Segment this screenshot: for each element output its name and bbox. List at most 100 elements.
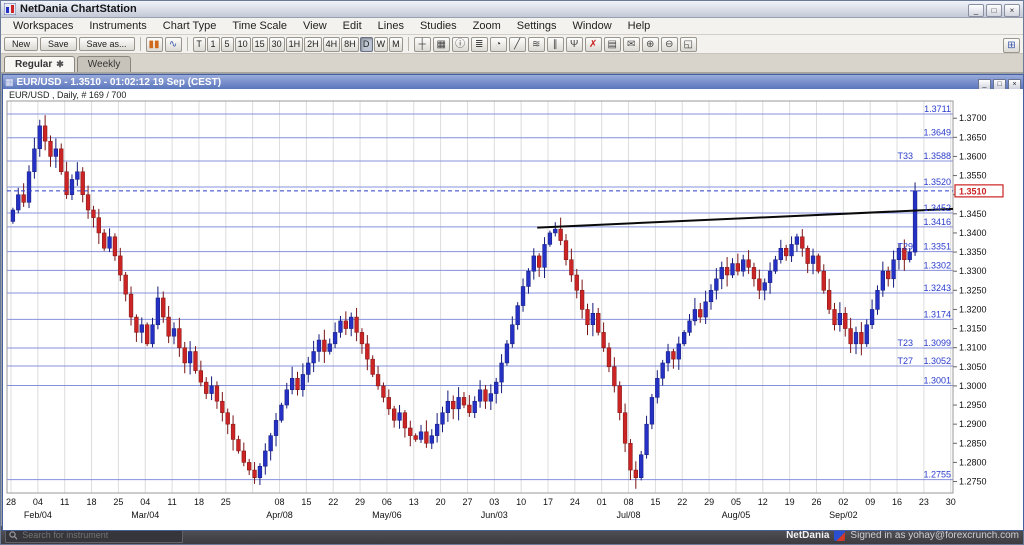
timeframe-2h-button[interactable]: 2H — [304, 36, 322, 52]
candle — [891, 250, 896, 288]
candle — [236, 435, 241, 454]
candle — [225, 408, 230, 435]
price-axis[interactable]: 1.37001.36501.36001.35501.35001.34501.34… — [953, 113, 987, 487]
chart-area[interactable]: EUR/USD , Daily, # 169 / 700 1.3711 1.364… — [3, 89, 1023, 530]
svg-text:1.3200: 1.3200 — [959, 304, 987, 314]
candle — [26, 165, 32, 209]
tab-regular[interactable]: Regular ✱ — [4, 56, 75, 72]
menu-time-scale[interactable]: Time Scale — [224, 19, 295, 33]
tab-weekly[interactable]: Weekly — [76, 56, 132, 72]
svg-text:1.3052: 1.3052 — [923, 356, 951, 366]
zoom-in-icon[interactable]: ⊕ — [641, 36, 659, 52]
menu-workspaces[interactable]: Workspaces — [5, 19, 81, 33]
new-button[interactable]: New — [4, 37, 39, 51]
toolbar-separator — [139, 37, 141, 51]
plot-border — [6, 100, 954, 494]
save-button[interactable]: Save — [40, 37, 77, 51]
svg-text:29: 29 — [704, 497, 714, 507]
pitchfork-tool-icon[interactable]: Ψ — [565, 36, 583, 52]
time-axis[interactable]: 28 04 11 18 25 04 11 18 25 08 15 22 29 06 13 20 27 03 10 17… — [6, 497, 956, 520]
email-chart-icon[interactable]: ✉ — [622, 36, 640, 52]
workspace-layout-icon[interactable]: ⊞ — [1003, 38, 1020, 53]
svg-text:1.2755: 1.2755 — [923, 470, 951, 480]
candle — [150, 317, 155, 348]
timeframe-10-button[interactable]: 10 — [234, 36, 251, 52]
svg-text:Jul/08: Jul/08 — [617, 510, 641, 520]
svg-text:May/06: May/06 — [372, 510, 402, 520]
timeframe-w-button[interactable]: W — [373, 36, 389, 52]
grid-toggle-icon[interactable]: ▦ — [432, 36, 450, 52]
timeframe-m-button[interactable]: M — [389, 36, 403, 52]
candle — [370, 355, 375, 378]
chart-window-titlebar[interactable]: ▦ EUR/USD - 1.3510 - 01:02:12 19 Sep (CE… — [3, 75, 1023, 90]
timeframe-8h-button[interactable]: 8H — [341, 36, 359, 52]
svg-text:1.3100: 1.3100 — [959, 343, 987, 353]
app-window: NetDania ChartStation _ □ × Workspaces Inst… — [0, 0, 1024, 545]
close-button[interactable]: × — [1004, 4, 1020, 17]
horizontal-line-tool-icon[interactable]: ┼ — [413, 36, 431, 52]
candle — [198, 360, 203, 387]
svg-text:19: 19 — [785, 497, 795, 507]
channel-tool-icon[interactable]: ∥ — [546, 36, 564, 52]
info-icon[interactable]: ⓘ — [451, 36, 469, 52]
quote-panel-icon[interactable]: ≣ — [470, 36, 488, 52]
timeframe-4h-button[interactable]: 4H — [322, 36, 341, 52]
zoom-out-icon[interactable]: ⊖ — [660, 36, 678, 52]
candle — [553, 222, 558, 237]
minimize-button[interactable]: _ — [968, 4, 984, 17]
delete-drawings-icon[interactable]: ✗ — [584, 36, 602, 52]
signed-in-label[interactable]: Signed in as yohay@forexcrunch.com — [850, 530, 1019, 541]
menu-chart-type[interactable]: Chart Type — [155, 19, 225, 33]
menu-zoom[interactable]: Zoom — [465, 19, 509, 33]
alert-icon[interactable]: ◔ — [489, 36, 507, 52]
candle — [284, 382, 289, 409]
chart-window-title: EUR/USD - 1.3510 - 01:02:12 19 Sep (CEST… — [16, 76, 222, 88]
timeframe-1-button[interactable]: 1 — [206, 36, 220, 52]
candle — [359, 328, 365, 354]
netdania-brand-label: NetDania — [786, 529, 830, 541]
candle — [75, 162, 80, 186]
candle — [386, 389, 391, 415]
menu-view[interactable]: View — [295, 19, 335, 33]
svg-text:1.3650: 1.3650 — [959, 132, 987, 142]
candle — [161, 291, 166, 323]
candlestick-chart[interactable]: 1.3711 1.3649 1.3588 T33 1.3520 1.3452 1.3416 1… — [3, 89, 1021, 529]
menu-studies[interactable]: Studies — [412, 19, 465, 33]
candle — [59, 143, 64, 175]
candle — [467, 395, 472, 417]
menu-lines[interactable]: Lines — [370, 19, 412, 33]
timeframe-d-button[interactable]: D — [359, 36, 373, 52]
current-price-box[interactable]: 1.3510 — [954, 184, 1004, 198]
menu-edit[interactable]: Edit — [335, 19, 370, 33]
timeframe-15-button[interactable]: 15 — [251, 36, 268, 52]
candlestick-chart-icon[interactable]: ▮▮ — [145, 36, 163, 52]
candle — [322, 329, 327, 363]
timeframe-5-button[interactable]: 5 — [220, 36, 234, 52]
save-as-button[interactable]: Save as... — [78, 37, 135, 51]
candle — [252, 462, 257, 484]
candle — [494, 377, 499, 404]
menu-instruments[interactable]: Instruments — [81, 19, 154, 33]
menu-settings[interactable]: Settings — [509, 19, 565, 33]
trendline-tool-icon[interactable]: ╱ — [508, 36, 526, 52]
candle — [241, 442, 246, 467]
tool-group: ┼ ▦ ⓘ ≣ ◔ ╱ ≋ ∥ Ψ ✗ ▤ ✉ ⊕ ⊖ ◱ — [413, 36, 697, 52]
svg-text:18: 18 — [194, 497, 204, 507]
print-icon[interactable]: ▤ — [603, 36, 621, 52]
candle — [875, 285, 880, 315]
menu-window[interactable]: Window — [565, 19, 620, 33]
menu-help[interactable]: Help — [620, 19, 659, 33]
maximize-button[interactable]: □ — [986, 4, 1002, 17]
line-chart-icon[interactable]: ∿ — [164, 36, 182, 52]
candle — [547, 230, 553, 247]
candle — [295, 371, 300, 396]
candle — [767, 262, 773, 294]
trendline[interactable] — [537, 207, 954, 229]
fibonacci-tool-icon[interactable]: ≋ — [527, 36, 545, 52]
fullscreen-icon[interactable]: ◱ — [679, 36, 697, 52]
timeframe-t-button[interactable]: T — [192, 36, 206, 52]
candle — [510, 316, 515, 348]
timeframe-30-button[interactable]: 30 — [268, 36, 285, 52]
svg-text:Aug/05: Aug/05 — [722, 510, 751, 520]
timeframe-1h-button[interactable]: 1H — [285, 36, 304, 52]
